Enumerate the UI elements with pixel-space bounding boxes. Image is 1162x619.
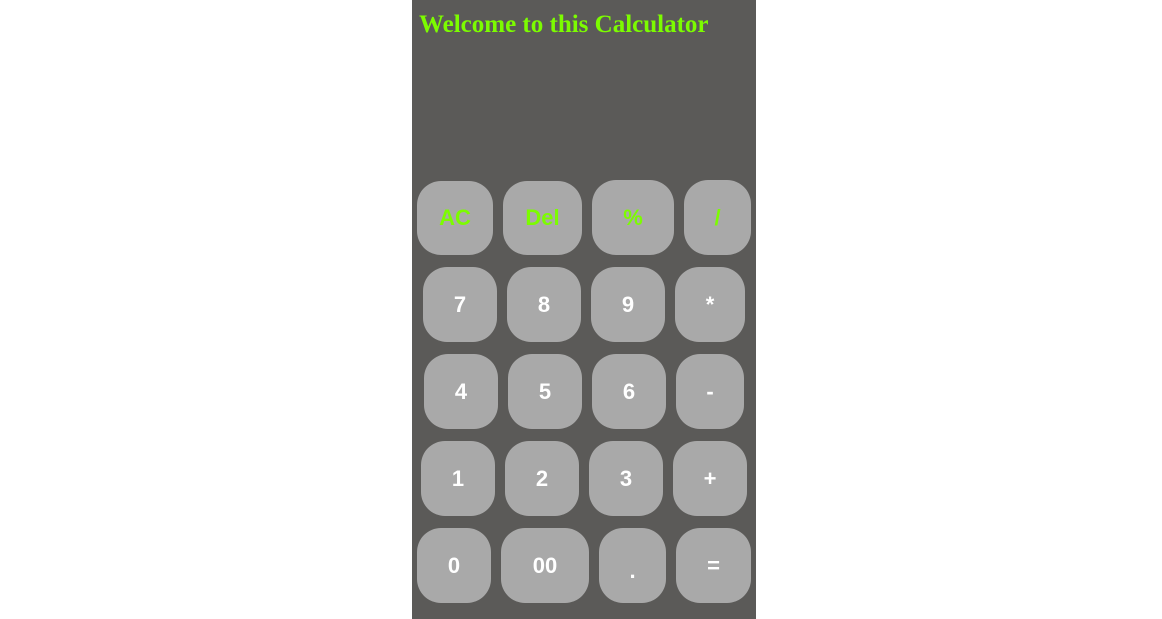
digit-7-button[interactable]: 7 [423, 267, 497, 342]
digit-1-button[interactable]: 1 [421, 441, 495, 516]
all-clear-button[interactable]: AC [417, 181, 493, 255]
minus-button[interactable]: - [676, 354, 744, 429]
equals-button[interactable]: = [676, 528, 751, 603]
double-zero-button[interactable]: 00 [501, 528, 589, 603]
multiply-button[interactable]: * [675, 267, 745, 342]
digit-0-button[interactable]: 0 [417, 528, 491, 603]
digit-6-button[interactable]: 6 [592, 354, 666, 429]
calculator-display [417, 48, 751, 168]
digit-4-button[interactable]: 4 [424, 354, 498, 429]
digit-2-button[interactable]: 2 [505, 441, 579, 516]
digit-9-button[interactable]: 9 [591, 267, 665, 342]
percent-button[interactable]: % [592, 180, 674, 255]
delete-button[interactable]: Del [503, 181, 582, 255]
digit-5-button[interactable]: 5 [508, 354, 582, 429]
decimal-button[interactable]: . [599, 528, 666, 603]
page-title: Welcome to this Calculator [419, 11, 709, 38]
digit-3-button[interactable]: 3 [589, 441, 663, 516]
divide-button[interactable]: / [684, 180, 751, 255]
plus-button[interactable]: + [673, 441, 747, 516]
calculator-panel: Welcome to this Calculator AC Del % / 7 … [412, 0, 756, 619]
digit-8-button[interactable]: 8 [507, 267, 581, 342]
